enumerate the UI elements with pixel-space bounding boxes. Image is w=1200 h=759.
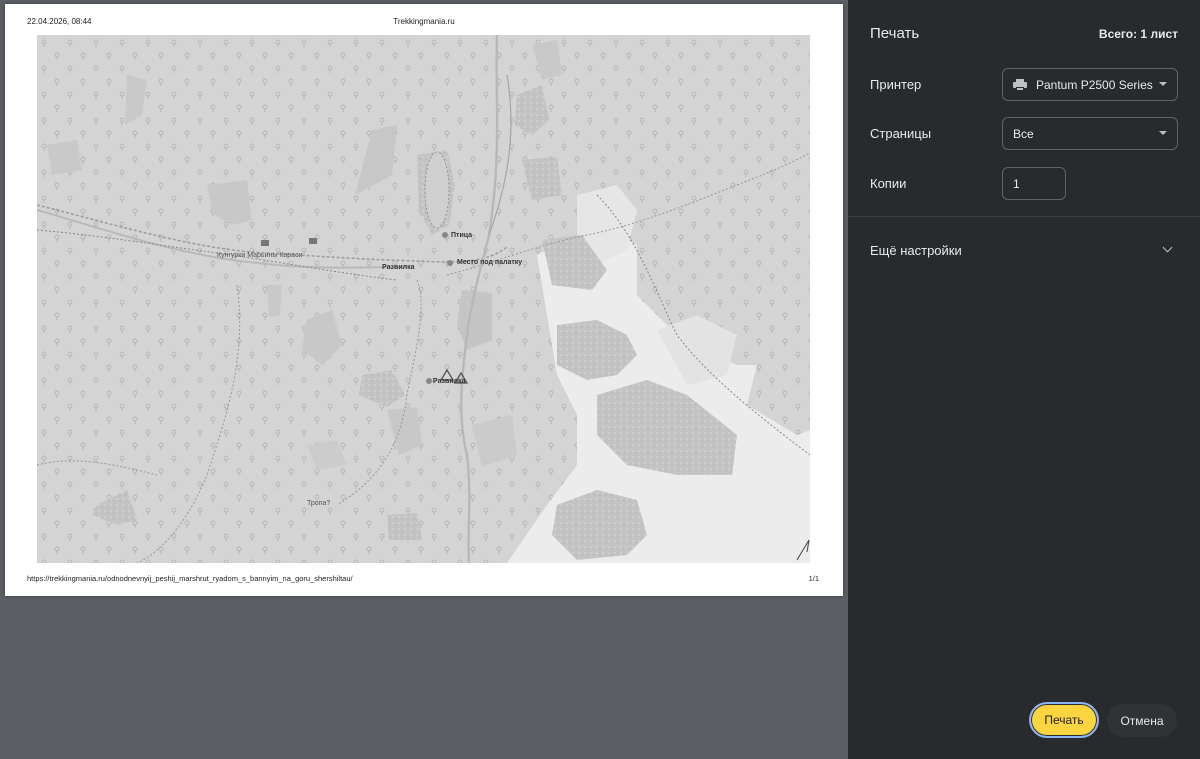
map-drawing: Птица Развилка Место под палатку Развилк… (37, 35, 810, 563)
divider (848, 216, 1200, 217)
print-button[interactable]: Печать (1029, 702, 1099, 738)
map-label-fork-1: Развилка (382, 264, 415, 271)
printer-select-value: Pantum P2500 Series (1036, 77, 1153, 92)
pages-select[interactable]: Все (1002, 117, 1178, 150)
copies-input[interactable] (1002, 167, 1066, 200)
map-label-bird: Птица (451, 232, 472, 239)
map-label-village: Кунгурки Марьины Караси (217, 252, 303, 259)
map-label-trail: Тропа? (307, 500, 330, 507)
sheet-count: Всего: 1 лист (1098, 27, 1178, 41)
caret-down-icon (1159, 131, 1167, 135)
pages-label: Страницы (870, 126, 932, 141)
preview-page: 22.04.2026, 08:44 Trekkingmania.ru Птица… (5, 4, 843, 596)
printer-icon (1013, 78, 1027, 91)
pages-select-value: Все (1013, 126, 1034, 141)
print-settings-panel: Печать Всего: 1 лист Принтер Pantum P250… (848, 0, 1200, 759)
more-settings-toggle[interactable]: Ещё настройки (848, 232, 1200, 268)
map-label-tent-place: Место под палатку (457, 259, 522, 266)
more-settings-label: Ещё настройки (870, 243, 962, 258)
map-label-fork-2: Развилка (433, 378, 466, 385)
print-preview-area: 22.04.2026, 08:44 Trekkingmania.ru Птица… (0, 0, 848, 759)
chevron-down-icon (1162, 242, 1173, 253)
page-header-site: Trekkingmania.ru (393, 17, 455, 26)
page-footer-url: https://trekkingmania.ru/odnodnevnyij_pe… (27, 574, 353, 583)
page-footer-number: 1/1 (808, 574, 819, 583)
cancel-button[interactable]: Отмена (1107, 704, 1177, 737)
printer-label: Принтер (870, 77, 922, 92)
panel-title: Печать (870, 25, 920, 42)
copies-label: Копии (870, 176, 907, 191)
caret-down-icon (1159, 82, 1167, 86)
printer-select[interactable]: Pantum P2500 Series (1002, 68, 1178, 101)
map-image: Птица Развилка Место под палатку Развилк… (37, 35, 810, 563)
